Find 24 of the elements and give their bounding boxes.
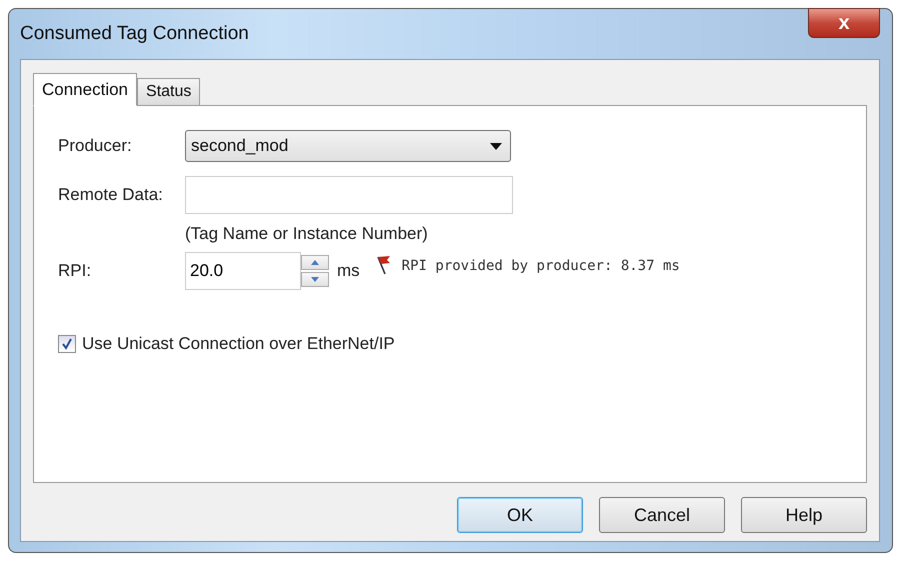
tab[interactable]: Connection bbox=[33, 73, 138, 106]
dialog-button[interactable]: Cancel bbox=[599, 497, 725, 533]
dialog-button[interactable]: OK bbox=[457, 497, 583, 533]
dialog-button[interactable]: Help bbox=[741, 497, 867, 533]
field-label: RPI: bbox=[58, 261, 92, 281]
checkbox[interactable] bbox=[58, 335, 76, 353]
tab[interactable]: Status bbox=[137, 78, 200, 105]
caret-icon bbox=[490, 142, 502, 150]
spin-down-button[interactable] bbox=[301, 272, 329, 287]
field-label: Remote Data: bbox=[58, 185, 164, 205]
remote-data-field[interactable] bbox=[185, 176, 513, 214]
up-arrow-icon bbox=[311, 260, 319, 265]
rpi-field[interactable]: 20.0 bbox=[185, 252, 301, 290]
unit-label: ms bbox=[337, 261, 360, 281]
window-title: Consumed Tag Connection bbox=[20, 23, 249, 45]
spin-up-button[interactable] bbox=[301, 255, 329, 270]
producer-dropdown[interactable]: second_mod bbox=[185, 130, 511, 162]
hint-text: (Tag Name or Instance Number) bbox=[185, 224, 428, 244]
flag-icon bbox=[376, 255, 392, 275]
down-arrow-icon bbox=[311, 277, 319, 282]
checkbox-label: Use Unicast Connection over EtherNet/IP bbox=[82, 334, 395, 354]
close-button[interactable]: x bbox=[808, 8, 880, 38]
rpi-note: RPI provided by producer: 8.37 ms bbox=[402, 258, 680, 274]
field-label: Producer: bbox=[58, 136, 133, 156]
